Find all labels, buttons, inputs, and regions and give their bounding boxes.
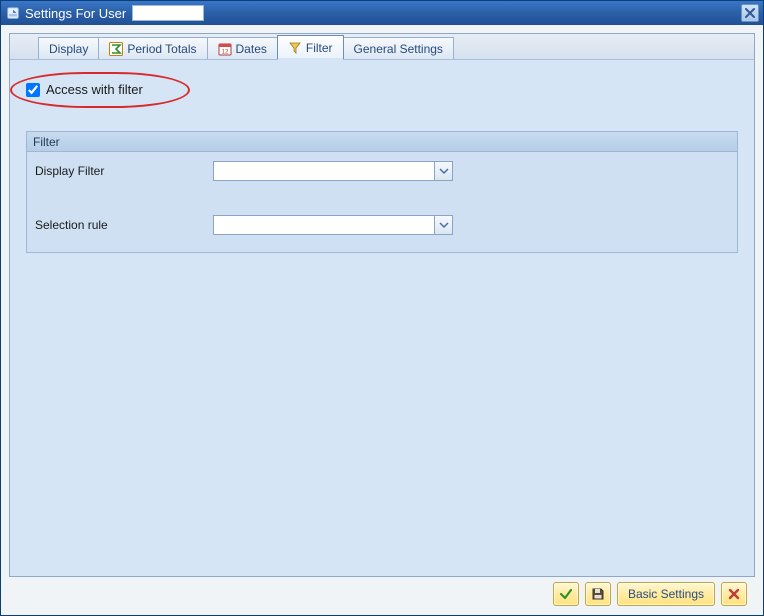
display-filter-dropdown[interactable] xyxy=(213,161,453,181)
tab-label: Period Totals xyxy=(127,42,196,56)
tab-label: Filter xyxy=(306,41,333,55)
tab-label: Display xyxy=(49,42,88,56)
filter-groupbox: Filter Display Filter xyxy=(26,131,738,253)
svg-text:12: 12 xyxy=(221,49,228,55)
filter-groupbox-title: Filter xyxy=(27,132,737,152)
selection-rule-dropdown[interactable] xyxy=(213,215,453,235)
access-with-filter-checkbox[interactable] xyxy=(26,83,40,97)
title-user-field[interactable] xyxy=(132,5,204,21)
close-icon xyxy=(728,588,740,600)
client-area: Display Period Totals xyxy=(1,25,763,615)
titlebar: Settings For User xyxy=(1,1,763,25)
access-with-filter-label: Access with filter xyxy=(46,82,143,97)
selection-rule-label: Selection rule xyxy=(33,218,213,232)
tabstrip: Display Period Totals xyxy=(10,34,754,60)
basic-settings-button[interactable]: Basic Settings xyxy=(617,582,715,606)
cancel-button[interactable] xyxy=(721,582,747,606)
sigma-icon xyxy=(109,42,123,56)
funnel-icon xyxy=(288,41,302,55)
check-icon xyxy=(559,587,573,601)
tab-period-totals[interactable]: Period Totals xyxy=(98,37,207,59)
chevron-down-icon xyxy=(434,216,452,234)
calendar-icon: 12 xyxy=(218,42,232,56)
tab-label: General Settings xyxy=(354,42,443,56)
tab-display[interactable]: Display xyxy=(38,37,99,59)
tab-dates[interactable]: 12 Dates xyxy=(207,37,278,59)
window-root: Settings For User Display xyxy=(0,0,764,616)
accept-button[interactable] xyxy=(553,582,579,606)
display-filter-label: Display Filter xyxy=(33,164,213,178)
chevron-down-icon xyxy=(434,162,452,180)
selection-rule-row: Selection rule xyxy=(33,214,731,236)
button-bar: Basic Settings xyxy=(9,577,755,611)
window-icon xyxy=(5,5,21,21)
access-with-filter-row: Access with filter xyxy=(26,82,143,97)
basic-settings-label: Basic Settings xyxy=(628,587,704,601)
display-filter-row: Display Filter xyxy=(33,160,731,182)
filter-panel: Access with filter Filter Display Filter xyxy=(10,60,754,576)
tab-label: Dates xyxy=(236,42,267,56)
tab-container: Display Period Totals xyxy=(9,33,755,577)
tab-general-settings[interactable]: General Settings xyxy=(343,37,454,59)
close-button[interactable] xyxy=(741,4,759,22)
save-button[interactable] xyxy=(585,582,611,606)
floppy-icon xyxy=(591,587,605,601)
tab-filter[interactable]: Filter xyxy=(277,35,344,59)
window-title: Settings For User xyxy=(25,6,126,21)
